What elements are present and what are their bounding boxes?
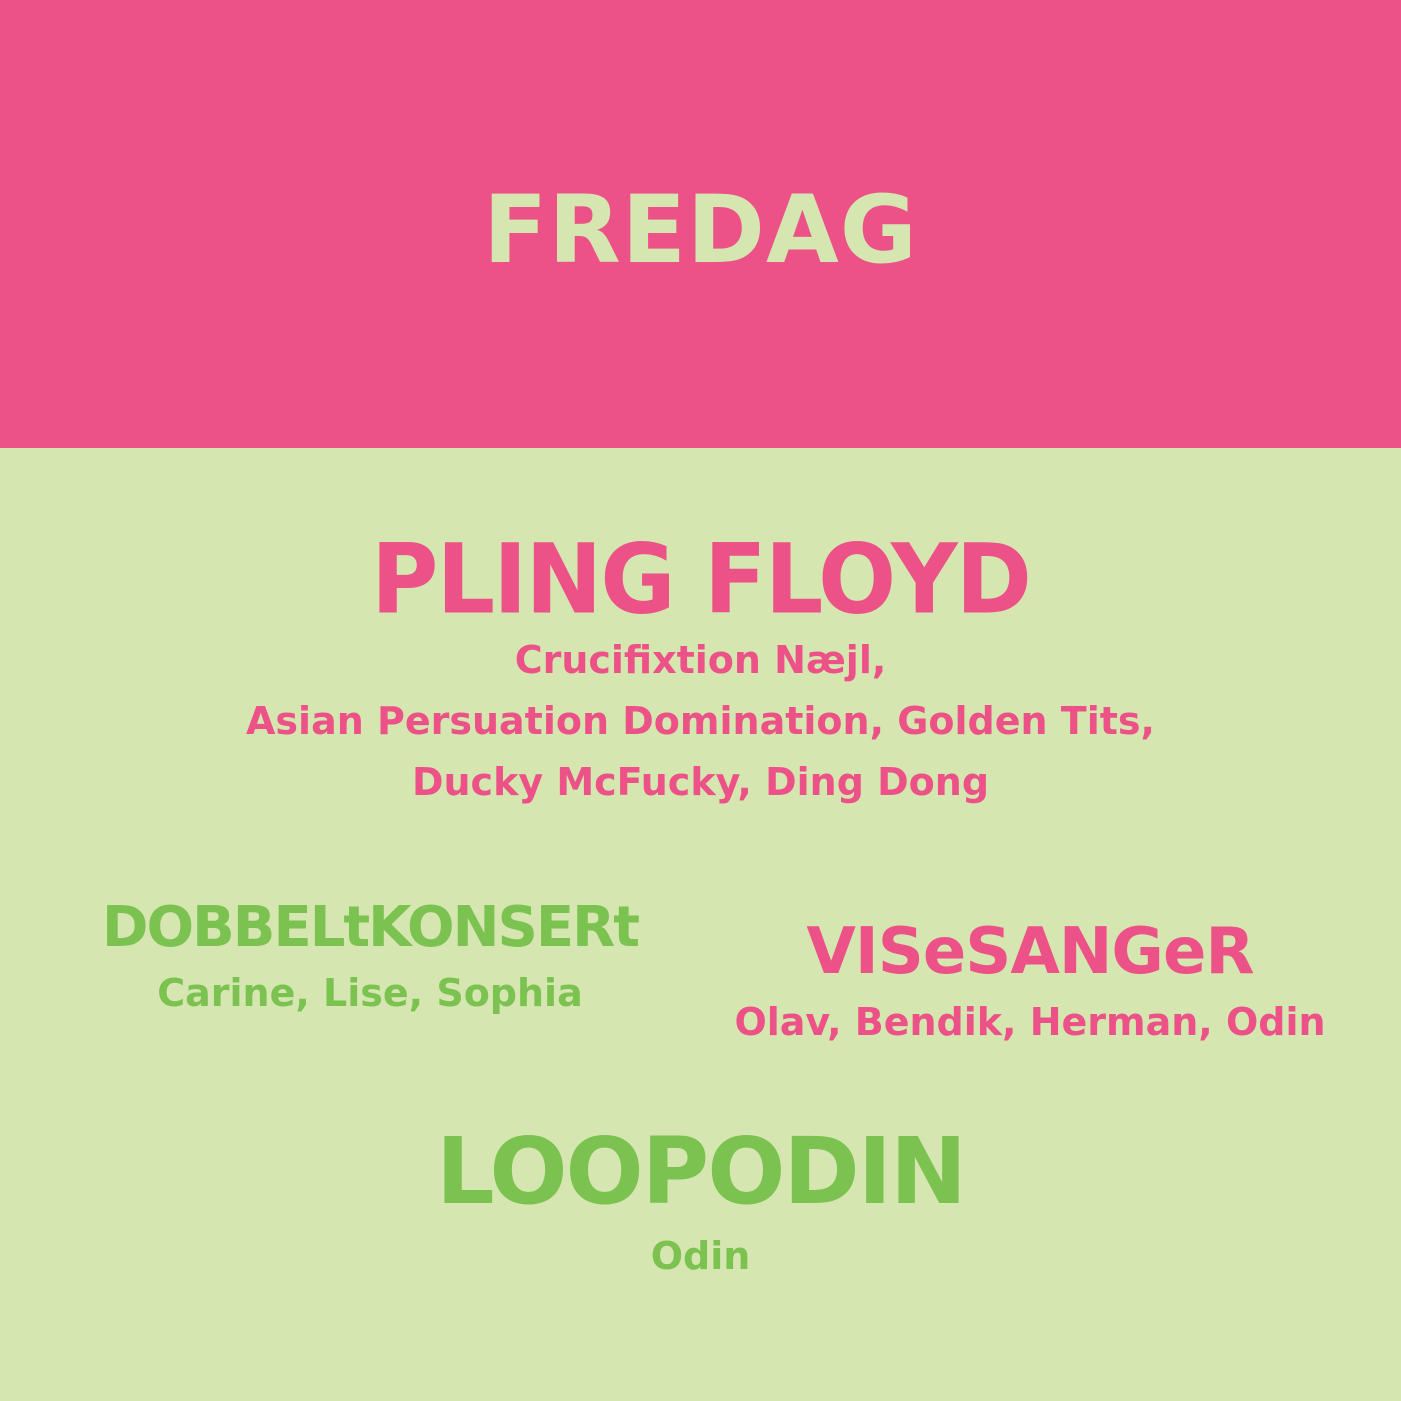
act-members: Carine, Lise, Sophia — [157, 971, 583, 1015]
header-band: FREDAG — [0, 0, 1401, 448]
act-loopodin: LOOPODIN Odin — [0, 1122, 1401, 1280]
support-line: Ducky McFucky, Ding Dong — [411, 760, 990, 804]
act-name: LOOPODIN — [436, 1118, 967, 1225]
act-name: DOBBELtKONSERt — [102, 895, 640, 960]
day-title: FREDAG — [483, 176, 918, 285]
act-name: VISeSANGeR — [806, 915, 1254, 989]
act-members: Odin — [650, 1234, 751, 1278]
headliner-block: PLING FLOYD Crucifixtion Næjl, Asian Per… — [0, 523, 1401, 813]
poster: FREDAG PLING FLOYD Crucifixtion Næjl, As… — [0, 0, 1401, 1401]
act-members: Olav, Bendik, Herman, Odin — [734, 1000, 1326, 1044]
act-dobbeltkonsert: DOBBELtKONSERt Carine, Lise, Sophia — [30, 893, 710, 1017]
support-line: Asian Persuation Domination, Golden Tits… — [246, 699, 1155, 743]
headliner-name: PLING FLOYD — [371, 523, 1032, 636]
act-visesanger: VISeSANGeR Olav, Bendik, Herman, Odin — [710, 914, 1350, 1046]
support-line: Crucifixtion Næjl, — [514, 638, 887, 682]
